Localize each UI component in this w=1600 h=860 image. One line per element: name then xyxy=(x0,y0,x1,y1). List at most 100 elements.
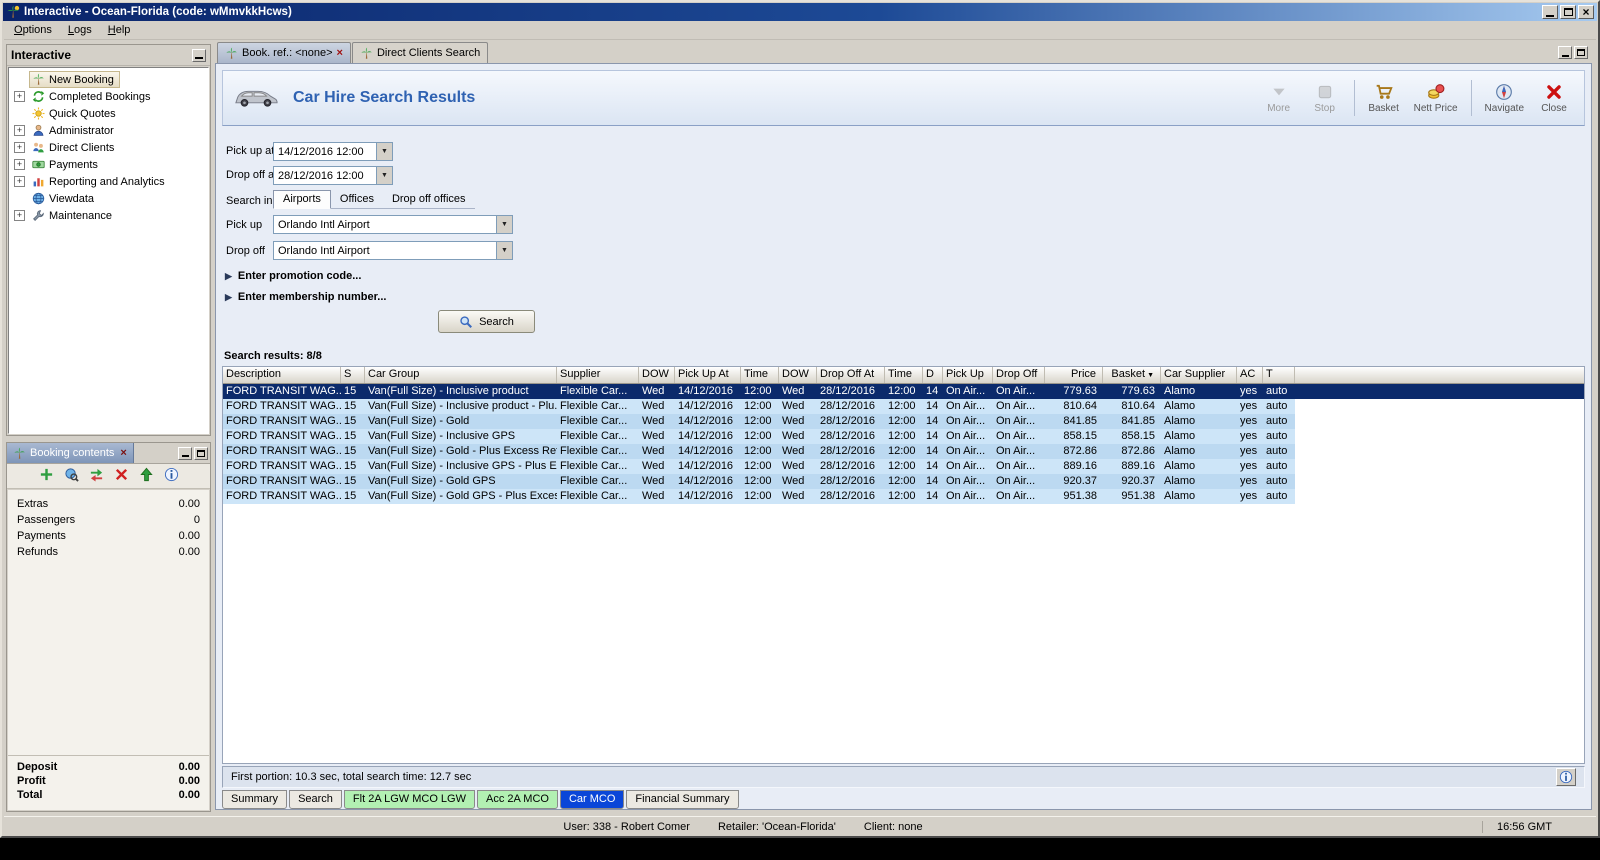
sidebar-item-new-booking[interactable]: +New Booking xyxy=(9,71,208,88)
more-button[interactable]: More xyxy=(1259,81,1299,116)
column-header-dow[interactable]: DOW xyxy=(639,367,675,383)
doc-tab-book-ref-none[interactable]: Book. ref.: <none> × xyxy=(217,42,351,63)
column-header-pick-up[interactable]: Pick Up xyxy=(943,367,993,383)
column-header-ac[interactable]: AC xyxy=(1237,367,1263,383)
result-cell: Wed xyxy=(782,400,805,412)
minimize-button[interactable] xyxy=(1542,5,1558,19)
nett-price-button[interactable]: Nett Price xyxy=(1410,81,1462,116)
pickup-combo[interactable]: Orlando Intl Airport ▼ xyxy=(273,215,513,234)
sidebar-item-maintenance[interactable]: + Maintenance xyxy=(9,207,208,224)
column-header-drop-off-at[interactable]: Drop Off At xyxy=(817,367,885,383)
pickup-at-combo[interactable]: 14/12/2016 12:00 ▼ xyxy=(273,142,393,161)
result-row[interactable]: FORD TRANSIT WAG... 15 Van(Full Size) - In… xyxy=(223,399,1584,414)
bottom-tab-summary[interactable]: Summary xyxy=(222,790,288,809)
column-header-t[interactable]: T xyxy=(1263,367,1295,383)
result-row[interactable]: FORD TRANSIT WAG... 15 Van(Full Size) - Go… xyxy=(223,489,1584,504)
search-in-tab-drop-off-offices[interactable]: Drop off offices xyxy=(383,191,475,208)
panel-minimize-button[interactable] xyxy=(178,446,192,460)
result-cell: Van(Full Size) - Gold xyxy=(368,415,470,427)
bottom-tab-financial-summary[interactable]: Financial Summary xyxy=(626,790,739,809)
sidebar-item-reporting-and-analytics[interactable]: + Reporting and Analytics xyxy=(9,173,208,190)
doc-restore-button[interactable] xyxy=(1574,46,1588,59)
column-header-s[interactable]: S xyxy=(341,367,365,383)
column-header-description[interactable]: Description xyxy=(223,367,341,383)
column-header-supplier[interactable]: Supplier xyxy=(557,367,639,383)
result-row[interactable]: FORD TRANSIT WAG... 15 Van(Full Size) - In… xyxy=(223,384,1584,399)
menu-logs[interactable]: Logs xyxy=(60,22,100,38)
stop-button[interactable]: Stop xyxy=(1305,81,1345,116)
result-row[interactable]: FORD TRANSIT WAG... 15 Van(Full Size) - In… xyxy=(223,429,1584,444)
sidebar-item-administrator[interactable]: + Administrator xyxy=(9,122,208,139)
booking-toolbar xyxy=(7,464,210,489)
doc-minimize-button[interactable] xyxy=(1558,46,1572,59)
membership-number-expander[interactable]: ▶ Enter membership number... xyxy=(225,291,386,303)
close-tab-icon[interactable]: × xyxy=(337,47,343,59)
search-globe-button[interactable] xyxy=(64,467,79,485)
expand-toggle[interactable]: + xyxy=(14,125,25,136)
swap-button[interactable] xyxy=(89,467,104,485)
result-cell: 12:00 xyxy=(888,460,916,472)
info-button[interactable] xyxy=(164,467,179,485)
close-window-button[interactable]: × xyxy=(1578,5,1594,19)
sidebar-item-payments[interactable]: + Payments xyxy=(9,156,208,173)
expand-toggle[interactable]: + xyxy=(14,210,25,221)
panel-restore-button[interactable] xyxy=(194,446,208,460)
search-in-label: Search in xyxy=(226,195,273,207)
dropoff-combo[interactable]: Orlando Intl Airport ▼ xyxy=(273,241,513,260)
delete-button[interactable] xyxy=(114,467,129,485)
panel-collapse-button[interactable] xyxy=(192,48,206,62)
bottom-tab-acc-2a-mco[interactable]: Acc 2A MCO xyxy=(477,790,558,809)
sidebar-item-inner: Maintenance xyxy=(29,207,118,224)
column-header-basket[interactable]: Basket ▼ xyxy=(1103,367,1161,383)
search-in-tab-offices[interactable]: Offices xyxy=(331,191,383,208)
navigate-button[interactable]: Navigate xyxy=(1481,81,1528,116)
toolbar-button-label: Navigate xyxy=(1484,102,1524,114)
dropdown-button[interactable]: ▼ xyxy=(376,167,392,184)
dropdown-button[interactable]: ▼ xyxy=(376,143,392,160)
menu-help[interactable]: Help xyxy=(100,22,139,38)
result-row[interactable]: FORD TRANSIT WAG... 15 Van(Full Size) - In… xyxy=(223,459,1584,474)
expand-toggle[interactable]: + xyxy=(14,142,25,153)
sidebar-item-quick-quotes[interactable]: +Quick Quotes xyxy=(9,105,208,122)
column-header-time[interactable]: Time xyxy=(741,367,779,383)
result-cell: Van(Full Size) - Gold GPS - Plus Excess.… xyxy=(368,490,557,502)
column-header-car-group[interactable]: Car Group xyxy=(365,367,557,383)
result-row[interactable]: FORD TRANSIT WAG... 15 Van(Full Size) - Go… xyxy=(223,444,1584,459)
add-button[interactable] xyxy=(39,467,54,485)
basket-button[interactable]: Basket xyxy=(1364,81,1404,116)
dropdown-button[interactable]: ▼ xyxy=(496,242,512,259)
close-panel-icon[interactable]: × xyxy=(120,447,126,459)
expand-toggle[interactable]: + xyxy=(14,91,25,102)
close-button[interactable]: Close xyxy=(1534,81,1574,116)
menu-options[interactable]: Options xyxy=(6,22,60,38)
column-header-car-supplier[interactable]: Car Supplier xyxy=(1161,367,1237,383)
bottom-tab-car-mco[interactable]: Car MCO xyxy=(559,790,625,809)
bottom-tab-search[interactable]: Search xyxy=(289,790,342,809)
info-button[interactable] xyxy=(1556,768,1576,786)
column-header-dow[interactable]: DOW xyxy=(779,367,817,383)
search-in-tab-airports[interactable]: Airports xyxy=(273,190,331,209)
expand-toggle[interactable]: + xyxy=(14,176,25,187)
column-header-drop-off[interactable]: Drop Off xyxy=(993,367,1045,383)
move-up-button[interactable] xyxy=(139,467,154,485)
search-button[interactable]: Search xyxy=(438,310,535,333)
collapse-icon xyxy=(195,56,203,59)
dropoff-at-combo[interactable]: 28/12/2016 12:00 ▼ xyxy=(273,166,393,185)
column-header-time[interactable]: Time xyxy=(885,367,923,383)
bottom-tab-flt-2a-lgw-mco-lgw[interactable]: Flt 2A LGW MCO LGW xyxy=(343,790,475,809)
column-header-d[interactable]: D xyxy=(923,367,943,383)
column-header-price[interactable]: Price xyxy=(1045,367,1103,383)
sidebar-item-direct-clients[interactable]: + Direct Clients xyxy=(9,139,208,156)
expand-toggle[interactable]: + xyxy=(14,159,25,170)
booking-contents-tab[interactable]: Booking contents × xyxy=(7,443,134,463)
promotion-code-expander[interactable]: ▶ Enter promotion code... xyxy=(225,270,361,282)
maximize-button[interactable] xyxy=(1560,5,1576,19)
sidebar-item-completed-bookings[interactable]: + Completed Bookings xyxy=(9,88,208,105)
result-row[interactable]: FORD TRANSIT WAG... 15 Van(Full Size) - Go… xyxy=(223,414,1584,429)
result-row[interactable]: FORD TRANSIT WAG... 15 Van(Full Size) - Go… xyxy=(223,474,1584,489)
sidebar-item-viewdata[interactable]: +Viewdata xyxy=(9,190,208,207)
window-title: Interactive - Ocean-Florida (code: wMmvk… xyxy=(24,6,292,18)
dropdown-button[interactable]: ▼ xyxy=(496,216,512,233)
column-header-pick-up-at[interactable]: Pick Up At xyxy=(675,367,741,383)
doc-tab-direct-clients-search[interactable]: Direct Clients Search xyxy=(351,42,489,63)
